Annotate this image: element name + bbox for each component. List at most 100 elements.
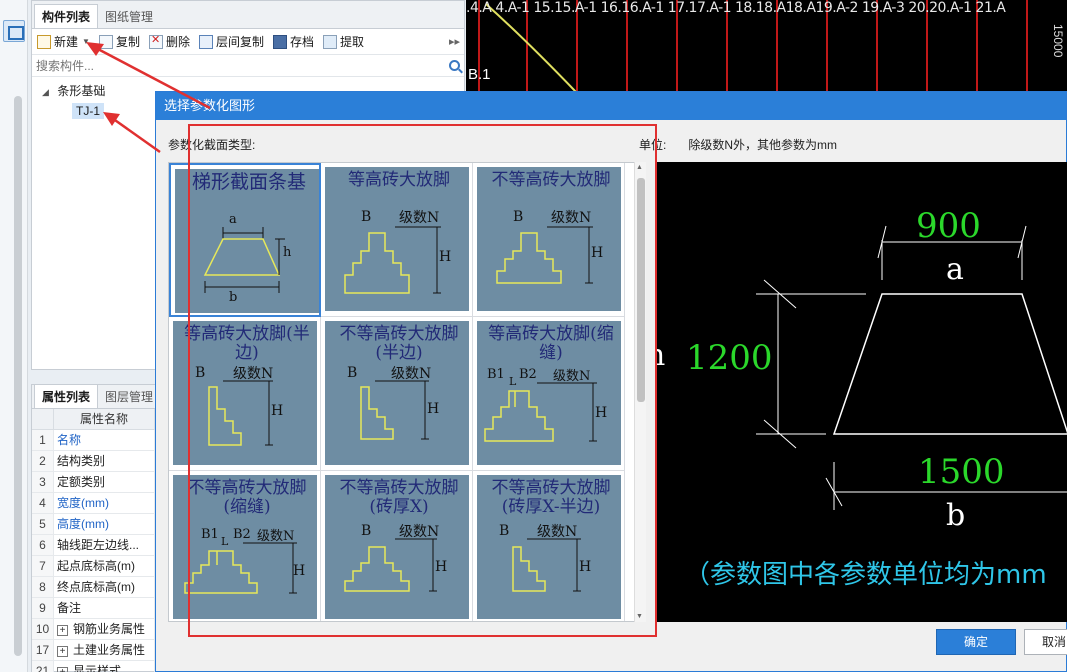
dim-h-label: H <box>271 403 284 419</box>
shape-card-trapezoid[interactable]: 梯形截面条基 a h b <box>169 163 321 317</box>
chevron-down-icon[interactable]: ▼ <box>82 37 90 46</box>
dim-b-label: B <box>513 209 524 225</box>
steps-label: 级数N <box>551 210 592 226</box>
preview-note: （参数图中各参数单位均为mm <box>684 560 1047 590</box>
dim-h-label: H <box>579 559 592 575</box>
row-number: 2 <box>32 451 54 471</box>
shape-card-unequal-brick-half[interactable]: 不等高砖大放脚(半边) B 级数N H <box>321 317 473 471</box>
collapse-triangle-icon[interactable]: ◢ <box>42 82 54 102</box>
property-name-cell: 宽度(mm) <box>54 493 155 513</box>
delete-button[interactable]: 删除 <box>146 31 196 53</box>
tree-node-label: TJ-1 <box>72 103 104 119</box>
copy-button[interactable]: 复制 <box>96 31 146 53</box>
dim-b-label: b <box>946 498 966 533</box>
search-icon[interactable] <box>449 60 460 71</box>
row-number: 17 <box>32 640 54 660</box>
scroll-thumb[interactable] <box>637 178 645 402</box>
row-number: 21 <box>32 661 54 672</box>
dim-h-value: 1200 <box>686 338 773 378</box>
row-number: 4 <box>32 493 54 513</box>
scroll-up-icon[interactable]: ▲ <box>636 164 643 171</box>
row-number: 5 <box>32 514 54 534</box>
dim-a-value: 900 <box>916 206 981 246</box>
cad-axis-labels: .4.A 4.A-1 15.15.A-1 16.16.A-1 17.17.A-1… <box>466 0 1006 16</box>
shape-title: 梯形截面条基 <box>191 171 306 193</box>
tree-node-label: 条形基础 <box>57 84 106 98</box>
property-name-text: 轴线距左边线... <box>57 538 140 552</box>
property-name-text: 名称 <box>57 433 82 447</box>
tab-property-list[interactable]: 属性列表 <box>34 384 99 408</box>
property-name-text: 土建业务属性 <box>73 643 146 657</box>
shape-card-equal-brick-joint[interactable]: 等高砖大放脚(缩缝) B1 L B2 级数N H <box>473 317 625 471</box>
new-file-icon <box>37 34 51 49</box>
tab-layer-management[interactable]: 图层管理 <box>98 386 160 408</box>
new-button[interactable]: 新建 ▼ <box>34 31 96 53</box>
dim-b-value: 1500 <box>918 452 1005 492</box>
property-name-text: 定额类别 <box>57 475 106 489</box>
dim-h-label: H <box>439 249 452 265</box>
cancel-button[interactable]: 取消 <box>1024 629 1067 655</box>
cad-canvas-top[interactable]: .4.A 4.A-1 15.15.A-1 16.16.A-1 17.17.A-1… <box>466 0 1067 100</box>
tab-component-list[interactable]: 构件列表 <box>34 4 99 28</box>
property-name-cell: 终点底标高(m) <box>54 577 155 597</box>
extract-button[interactable]: 提取 <box>320 31 370 53</box>
row-number: 1 <box>32 430 54 450</box>
shape-title: 不等高砖大放脚(半边) <box>339 324 459 363</box>
unit-label: 单位: <box>639 138 667 152</box>
shape-card-equal-brick-half[interactable]: 等高砖大放脚(半边) B 级数N H <box>169 317 321 471</box>
expand-plus-icon[interactable]: + <box>57 625 68 636</box>
parametric-shape-dialog: 选择参数化图形 参数化截面类型: 单位: 除级数N外，其他参数为mm 梯形截面条基… <box>155 91 1067 672</box>
dim-b-label: B <box>361 209 372 225</box>
save-icon <box>272 34 287 49</box>
row-number: 3 <box>32 472 54 492</box>
new-button-label: 新建 <box>54 35 79 49</box>
dim-l-label: L <box>509 375 517 388</box>
save-button[interactable]: 存档 <box>270 31 320 53</box>
property-name-cell: 起点底标高(m) <box>54 556 155 576</box>
extract-icon <box>323 34 337 49</box>
dim-h-label: h <box>283 245 292 260</box>
steps-label: 级数N <box>399 210 440 226</box>
shape-title: 不等高砖大放脚(砖厚X-半边) <box>491 478 611 517</box>
property-name-cell: 定额类别 <box>54 472 155 492</box>
property-name-text: 终点底标高(m) <box>57 580 135 594</box>
search-input[interactable] <box>36 58 449 73</box>
dim-b-label: b <box>229 290 238 305</box>
shape-card-unequal-brick-joint[interactable]: 不等高砖大放脚(缩缝) B1 L B2 级数N H <box>169 471 321 621</box>
shape-card-unequal-brick[interactable]: 不等高砖大放脚 B 级数N H <box>473 163 625 317</box>
dim-h-label: H <box>435 559 448 575</box>
dim-a-label: a <box>946 252 964 287</box>
property-name-text: 起点底标高(m) <box>57 559 135 573</box>
left-scrollbar[interactable] <box>14 96 22 656</box>
save-button-label: 存档 <box>289 35 314 49</box>
ok-button[interactable]: 确定 <box>936 629 1016 655</box>
shape-card-equal-brick[interactable]: 等高砖大放脚 B 级数N H <box>321 163 473 317</box>
shape-preview: 900 a h 1200 1500 b （参数图中各参数单位均为mm <box>656 162 1067 622</box>
shape-card-brick-thickness[interactable]: 不等高砖大放脚(砖厚X) B 级数N H <box>321 471 473 621</box>
dim-h-label: h <box>656 338 665 373</box>
shape-card-brick-thickness-half[interactable]: 不等高砖大放脚(砖厚X-半边) B 级数N H <box>473 471 625 621</box>
dim-b-label: B <box>361 523 372 539</box>
property-name-cell: + 土建业务属性 <box>54 640 155 660</box>
steps-label: 级数N <box>257 529 295 544</box>
more-icon[interactable]: ▸▸ <box>449 35 460 48</box>
expand-plus-icon[interactable]: + <box>57 646 68 657</box>
panel-toggle-icon[interactable] <box>3 20 25 42</box>
expand-plus-icon[interactable]: + <box>57 667 68 672</box>
trapezoid-preview-drawing <box>756 225 1067 510</box>
copy-icon <box>98 34 113 49</box>
property-name-cell: 备注 <box>54 598 155 618</box>
extract-button-label: 提取 <box>340 35 365 49</box>
dim-b-label: B <box>347 365 358 381</box>
shape-grid-scrollbar[interactable]: ▲ ▼ <box>634 162 646 622</box>
section-type-label: 参数化截面类型: <box>168 138 256 152</box>
tab-drawing-management[interactable]: 图纸管理 <box>98 6 160 28</box>
floor-copy-button[interactable]: 层间复制 <box>196 31 270 53</box>
component-search <box>32 55 464 77</box>
scroll-down-icon[interactable]: ▼ <box>636 613 643 620</box>
dim-b1-label: B1 <box>487 367 505 382</box>
delete-button-label: 删除 <box>165 35 190 49</box>
floor-copy-icon <box>198 34 213 49</box>
shape-title: 不等高砖大放脚(缩缝) <box>187 478 307 517</box>
header-name-cell: 属性名称 <box>54 409 155 429</box>
